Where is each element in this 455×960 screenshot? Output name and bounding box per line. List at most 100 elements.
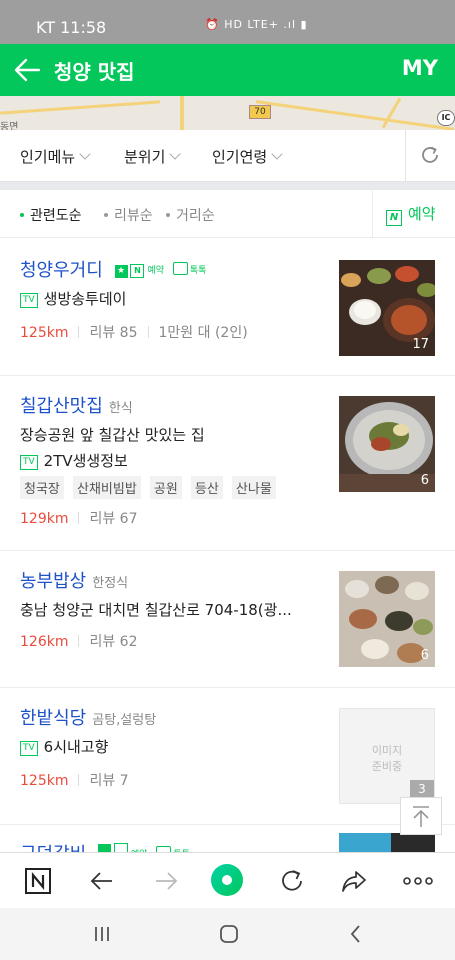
divider [405,130,406,182]
refresh-icon[interactable] [419,144,441,166]
back-arrow-icon[interactable] [88,867,116,895]
system-back-icon[interactable] [346,924,366,948]
sort-label: 관련도순 [30,208,82,224]
place-name[interactable]: 구덕갈비 예약 톡톡 [20,840,190,852]
map-road [255,100,455,130]
place-thumbnail[interactable]: 17 [339,260,435,356]
place-name-text: 한밭식당 [20,708,87,729]
naver-n-icon: N [130,264,145,278]
distance: 125km [20,773,69,789]
filter-label: 인기메뉴 [20,148,76,166]
tag: 청국장 [20,476,64,499]
naver-home-icon[interactable] [24,867,52,895]
green-dot-home-icon[interactable] [210,863,244,897]
place-meta: 125km 리뷰 7 [20,770,129,790]
place-meta: 125km 리뷰 85 1만원 대 (2인) [20,322,248,342]
sort-reviews[interactable]: 리뷰순 [104,205,153,225]
place-address: 충남 청양군 대치면 칠갑산로 704-18(광... [20,601,292,619]
place-name[interactable]: 농부밥상 한정식 [20,567,128,593]
placeholder-line: 이미지 [371,744,403,757]
place-category: 곰탕,설렁탕 [92,713,157,728]
list-item[interactable]: 한밭식당 곰탕,설렁탕 TV 6시내고향 125km 리뷰 7 이미지 준비중 [0,688,455,825]
tag: 산나물 [231,476,276,499]
map-road [381,97,402,129]
place-description: 장승공원 앞 칠갑산 맛있는 집 [20,426,205,444]
map-road [180,96,184,130]
tv-badge: TV [20,741,38,756]
naver-n-icon: N [386,210,402,226]
naver-n-icon [113,843,128,852]
reservation-filter-button[interactable]: N 예약 [386,203,436,226]
page-indicator: 3 [410,780,434,798]
map-preview[interactable]: 동면 70 IC [0,96,455,130]
tv-info: TV 생방송투데이 [20,288,126,310]
tv-badge: TV [20,455,38,470]
place-name[interactable]: 한밭식당 곰탕,설렁탕 [20,704,156,730]
section-gap [0,182,455,190]
talk-icon [172,262,188,275]
reservation-label: 예약 [408,205,436,223]
list-item[interactable]: 농부밥상 한정식 충남 청양군 대치면 칠갑산로 704-18(광... 126k… [0,551,455,688]
filter-age-group[interactable]: 인기연령 [212,146,283,167]
system-navigation-bar [0,908,455,960]
place-badges: 예약 톡톡 [97,843,190,852]
place-meta: 129km 리뷰 67 [20,508,138,528]
place-name-text: 청양우거디 [20,260,103,281]
list-item[interactable]: 칠갑산맛집 한식 장승공원 앞 칠갑산 맛있는 집 TV 2TV생생정보 청국장 산… [0,376,455,551]
review-count: 리뷰 7 [89,773,129,789]
tag-list: 청국장 산채비빔밥 공원 등산 산나물 [20,476,280,499]
filter-label: 분위기 [124,148,166,166]
distance: 125km [20,325,69,341]
browser-toolbar [0,852,455,908]
share-icon[interactable] [340,867,368,895]
place-thumbnail[interactable]: 6 [339,396,435,492]
filter-label: 인기연령 [212,148,268,166]
star-icon [97,844,111,852]
divider [372,190,373,238]
place-name[interactable]: 청양우거디 ★ N 예약 톡톡 [20,256,206,282]
tv-info: TV 6시내고향 [20,736,108,758]
talk-badge: 톡톡 [189,266,207,276]
place-meta: 126km 리뷰 62 [20,631,138,651]
back-arrow-icon[interactable] [12,56,42,84]
place-name[interactable]: 칠갑산맛집 한식 [20,392,133,418]
sort-distance[interactable]: 거리순 [166,205,215,225]
review-count: 리뷰 62 [89,634,138,650]
my-button[interactable]: MY [402,56,438,80]
place-name-text: 구덕갈비 [20,844,86,852]
separator [78,774,80,786]
home-icon[interactable] [219,924,239,948]
recent-apps-icon[interactable] [92,924,112,948]
separator [78,326,80,338]
tv-show: 6시내고향 [43,738,109,756]
sort-label: 리뷰순 [114,208,153,224]
refresh-icon[interactable] [278,867,306,895]
filter-popular-menu[interactable]: 인기메뉴 [20,146,91,167]
placeholder-line: 준비중 [371,760,403,773]
scroll-to-top-button[interactable] [400,797,442,835]
system-status-icons: ⏰ HD LTE+ .ıl ▮ [205,18,308,31]
list-item[interactable]: 구덕갈비 예약 톡톡 [0,825,455,852]
more-options-icon[interactable] [402,867,434,895]
filter-atmosphere[interactable]: 분위기 [124,146,182,167]
carrier-time: KT 11:58 [36,18,107,37]
app-header: 청양 맛집 MY [0,44,455,96]
page-title: 청양 맛집 [54,60,135,84]
separator [78,512,80,524]
tag: 공원 [149,476,182,499]
tv-badge: TV [20,293,38,308]
sort-relevance[interactable]: 관련도순 [20,205,82,225]
price-range: 1만원 대 (2인) [158,325,248,341]
list-item[interactable]: 청양우거디 ★ N 예약 톡톡 TV 생방송투데이 125km 리뷰 85 1만원 대 … [0,238,455,376]
chevron-down-icon [169,148,182,160]
distance: 129km [20,511,69,527]
road-number-shield: 70 [249,105,271,119]
place-category: 한식 [108,401,133,416]
place-thumbnail[interactable]: 6 [339,571,435,667]
map-place-label: 동면 [0,122,19,130]
forward-arrow-icon[interactable] [152,867,180,895]
tv-info: TV 2TV생생정보 [20,450,128,472]
interchange-icon: IC [437,110,455,126]
place-name-text: 칠갑산맛집 [20,396,103,417]
bullet-icon [166,213,170,217]
